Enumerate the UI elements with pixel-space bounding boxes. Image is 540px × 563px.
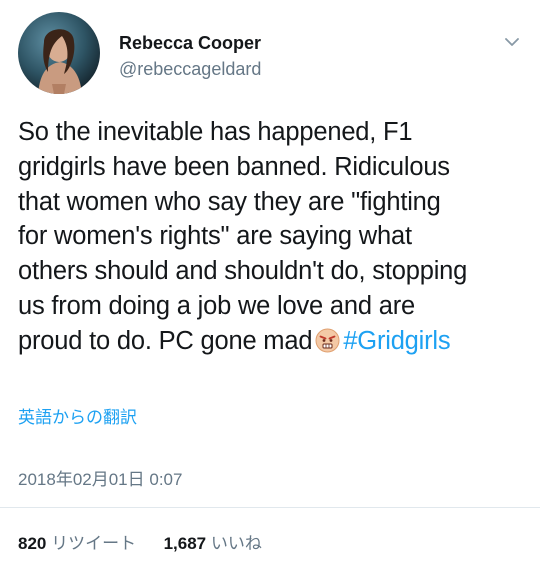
tweet-last-line: proud to do. PC gone mad #Gridgirls xyxy=(18,324,523,359)
chevron-down-icon[interactable] xyxy=(504,34,520,50)
hashtag-link[interactable]: #Gridgirls xyxy=(343,327,450,355)
like-count[interactable]: 1,687 xyxy=(164,534,207,553)
tweet-text: So the inevitable has happened, F1 gridg… xyxy=(18,115,523,359)
tweet-line: So the inevitable has happened, F1 xyxy=(18,118,413,146)
tweet-line: that women who say they are "fighting xyxy=(18,187,441,216)
tweet-header: Rebecca Cooper @rebeccageldard xyxy=(18,12,528,96)
angry-face-emoji-icon xyxy=(315,328,340,353)
retweet-count[interactable]: 820 xyxy=(18,534,46,553)
divider xyxy=(0,507,540,508)
tweet-line: for women's rights" are saying what xyxy=(18,222,412,251)
tweet-line: gridgirls have been banned. Ridiculous xyxy=(18,152,450,181)
tweet-line: us from doing a job we love and are xyxy=(18,291,415,320)
user-display-name[interactable]: Rebecca Cooper xyxy=(119,33,261,54)
user-handle[interactable]: @rebeccageldard xyxy=(119,59,261,80)
translate-tweet-link[interactable]: 英語からの翻訳 xyxy=(18,403,137,428)
retweet-label[interactable]: リツイート xyxy=(51,534,136,553)
tweet-line: proud to do. PC gone mad xyxy=(18,326,313,355)
like-label[interactable]: いいね xyxy=(211,534,262,553)
tweet-line: others should and shouldn't do, stopping xyxy=(18,257,468,286)
avatar[interactable] xyxy=(18,12,100,94)
tweet-timestamp[interactable]: 2018年02月01日 0:07 xyxy=(18,465,182,490)
tweet-stats: 820 リツイート 1,687 いいね xyxy=(18,529,262,554)
